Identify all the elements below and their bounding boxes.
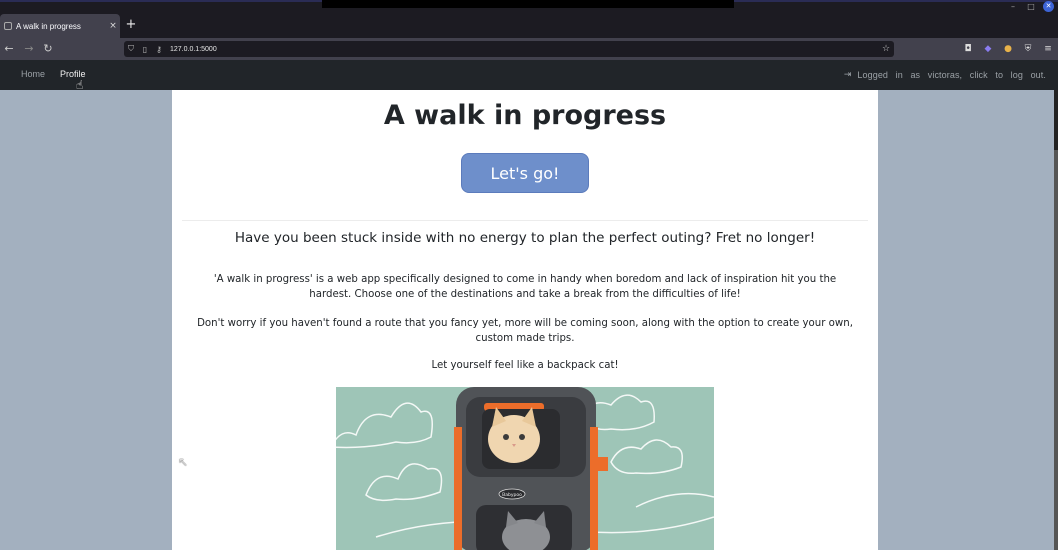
window-controls: – □ ✕ [1007,1,1054,12]
scrollbar-thumb[interactable] [1054,90,1058,150]
new-tab-icon[interactable]: + [124,17,138,33]
shield-icon[interactable]: ⛉ [124,44,138,54]
routes-paragraph: Don't worry if you haven't found a route… [197,318,853,344]
minimize-icon[interactable]: – [1007,2,1019,11]
star-icon[interactable]: ☆ [878,44,894,54]
brand-badge: Babypoo [502,492,522,498]
logout-link[interactable]: ⇥ Logged in as victoras, click to log ou… [844,69,1046,80]
intro-paragraph: 'A walk in progress' is a web app specif… [213,274,837,300]
browser-tab[interactable]: A walk in progress × [0,14,120,38]
backpack-cat-image: Babypoo [336,387,714,550]
nav-home-link[interactable]: Home [21,69,45,79]
tab-title: A walk in progress [16,21,81,31]
mouse-cursor-icon: ☝ [76,78,84,92]
tab-close-icon[interactable]: × [106,21,120,31]
forward-icon[interactable]: → [22,42,36,56]
backpack-cat-text: Let yourself feel like a backpack cat! [431,360,619,371]
divider [182,220,868,221]
key-icon[interactable]: ⚷ [152,45,166,54]
logout-icon: ⇥ [843,69,852,79]
page-title: A walk in progress [383,100,667,131]
site-navbar: Home Profile ⇥ Logged in as victoras, cl… [0,60,1058,90]
lets-go-button[interactable]: Let's go! [461,153,589,193]
address-bar[interactable]: ⛉ ▯ ⚷ 127.0.0.1:5000 ☆ [124,41,894,57]
maximize-icon[interactable]: □ [1025,2,1037,11]
favicon-icon [4,22,12,30]
page-icon[interactable]: ▯ [138,45,152,54]
url-text[interactable]: 127.0.0.1:5000 [170,46,878,53]
browser-toolbar: ← → ↻ ⛉ ▯ ⚷ 127.0.0.1:5000 ☆ ◘ ◆ ● ⛨ ≡ [0,38,1058,60]
lead-text: Have you been stuck inside with no energ… [234,230,816,246]
logout-text[interactable]: Logged in as victoras, click to log out. [857,70,1046,80]
browser-titlebar: A walk in progress × + – □ ✕ [0,0,1058,38]
content-panel: A walk in progress Let's go! Have you be… [172,90,878,550]
page-scrollbar[interactable] [1054,90,1058,550]
menu-icon[interactable]: ≡ [1041,42,1055,56]
pocket-icon[interactable]: ◘ [961,42,975,56]
arrow-cursor-icon: ↖ [178,455,189,469]
extension-icon[interactable]: ◆ [981,42,995,56]
account-icon[interactable]: ● [1001,42,1015,56]
reload-icon[interactable]: ↻ [41,42,55,56]
back-icon[interactable]: ← [2,42,16,56]
shield-extension-icon[interactable]: ⛨ [1021,42,1035,56]
screen-recording-strip [322,0,734,8]
window-close-icon[interactable]: ✕ [1043,1,1054,12]
